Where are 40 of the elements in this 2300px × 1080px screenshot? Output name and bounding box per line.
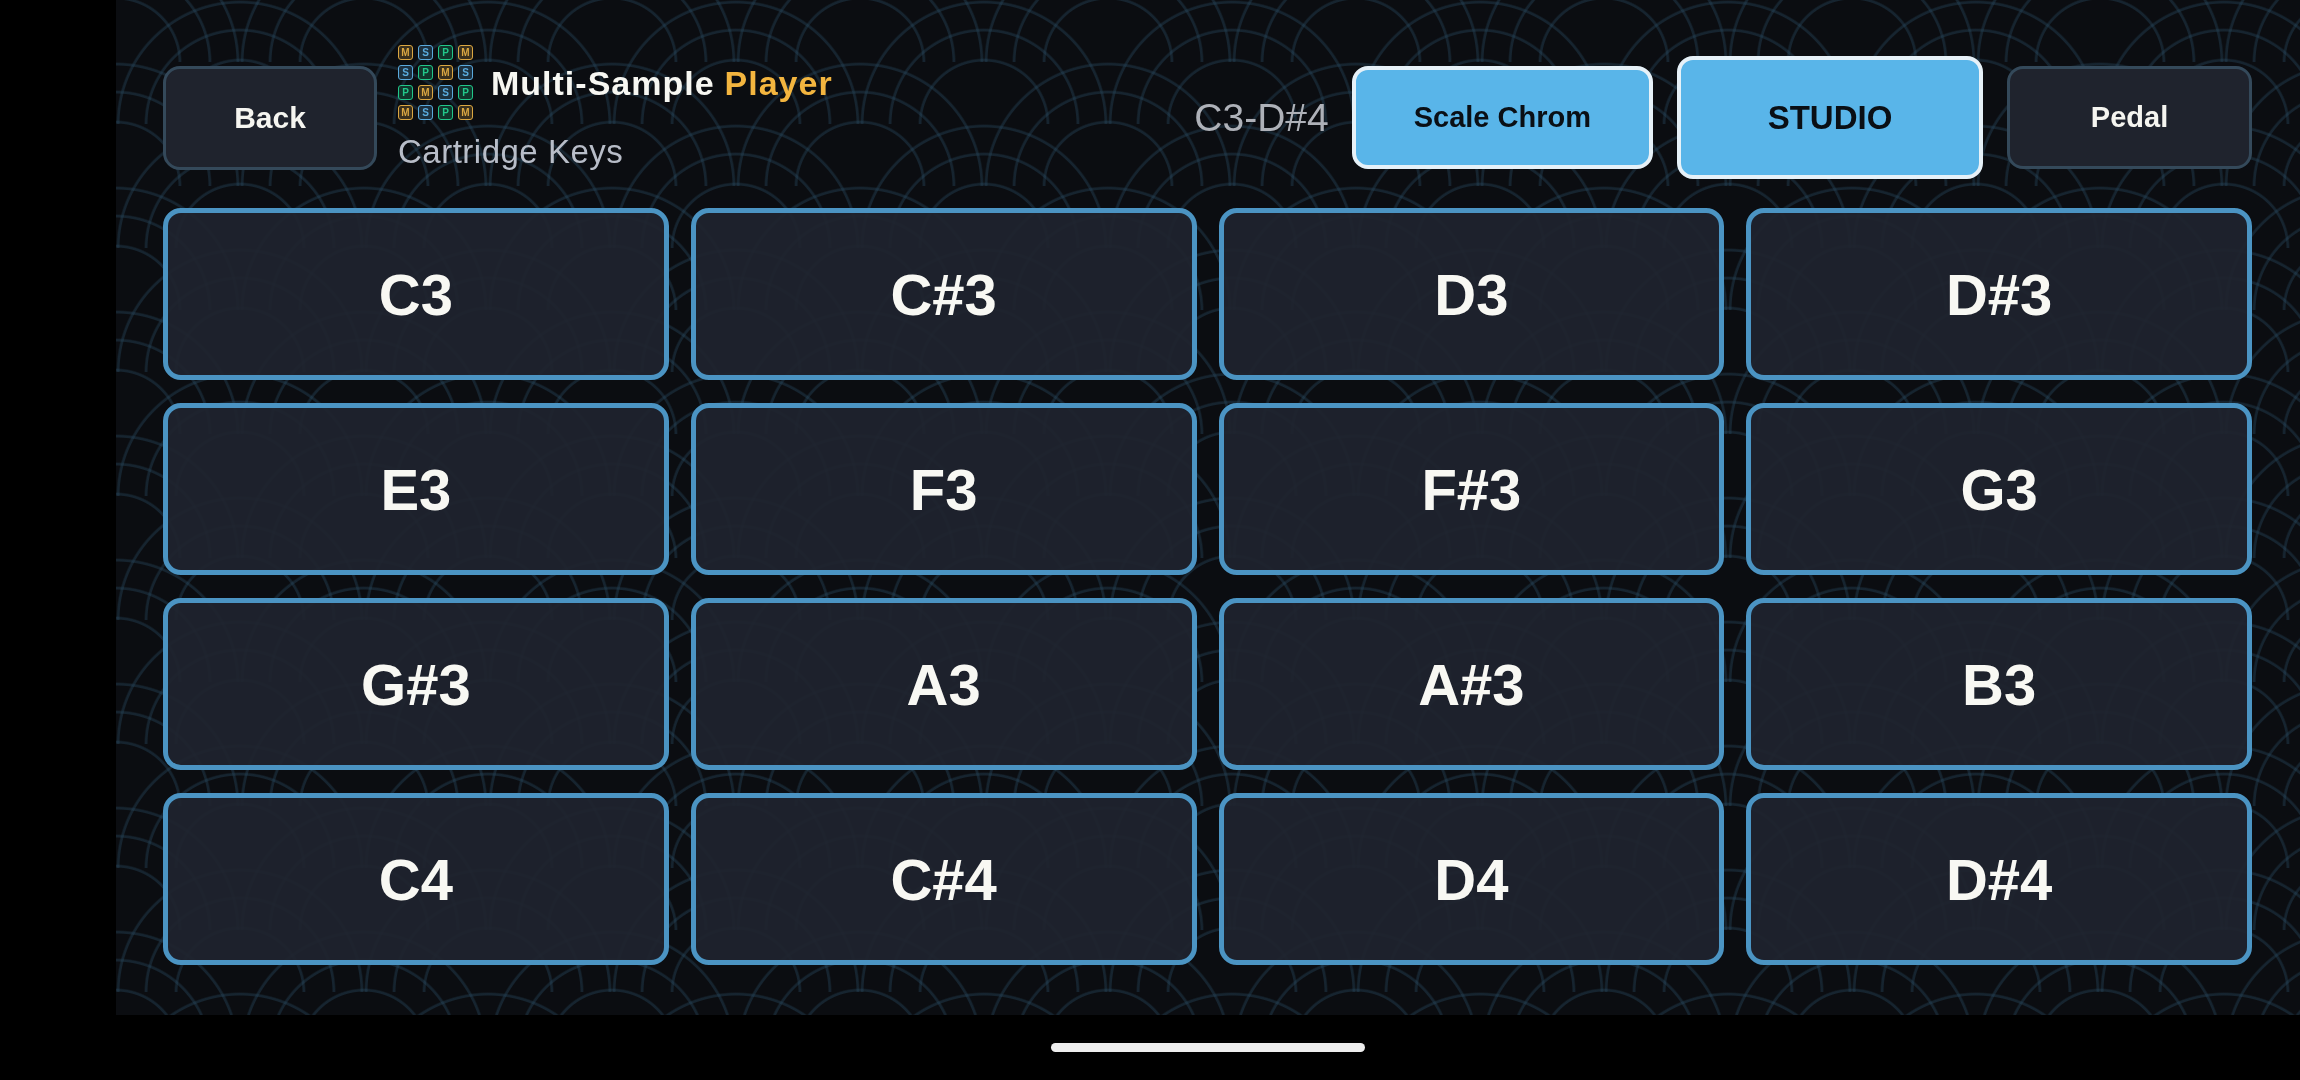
note-pad[interactable]: D4 (1218, 793, 1725, 965)
logo-tile: M (458, 45, 473, 60)
note-pad[interactable]: D3 (1218, 208, 1725, 380)
logo-tile: S (458, 65, 473, 80)
note-pad[interactable]: C3 (163, 208, 669, 380)
note-pad[interactable]: E3 (163, 403, 669, 575)
note-range-label: C3-D#4 (1194, 95, 1329, 140)
note-pad[interactable]: A3 (690, 598, 1197, 770)
note-pad[interactable]: G#3 (163, 598, 669, 770)
logo-tile: S (418, 105, 433, 120)
logo-tile: M (398, 45, 413, 60)
note-pad[interactable]: D#4 (1746, 793, 2252, 965)
toggle-button[interactable]: Scale Chrom (1351, 66, 1653, 169)
logo-tile: S (398, 65, 413, 80)
logo-tile: P (438, 45, 453, 60)
logo-tile: P (418, 65, 433, 80)
toggle-button[interactable]: Pedal (2007, 66, 2252, 169)
logo-tile: M (438, 65, 453, 80)
app-title-accent: Player (724, 62, 833, 103)
note-pad[interactable]: C#4 (690, 793, 1197, 965)
app-subtitle: Cartridge Keys (398, 133, 624, 170)
back-button[interactable]: Back (163, 65, 377, 170)
note-pad[interactable]: D#3 (1746, 208, 2252, 380)
logo-tile: M (398, 105, 413, 120)
logo-tile: M (458, 105, 473, 120)
note-pad[interactable]: G3 (1746, 403, 2252, 575)
note-pad[interactable]: F#3 (1218, 403, 1725, 575)
logo-tile: P (438, 105, 453, 120)
logo-tile: M (418, 85, 433, 100)
logo-tile: P (458, 85, 473, 100)
note-pad[interactable]: C4 (163, 793, 669, 965)
logo-tile: S (438, 85, 453, 100)
note-pad[interactable]: C#3 (690, 208, 1197, 380)
note-pad[interactable]: F3 (690, 403, 1197, 575)
note-pad[interactable]: A#3 (1218, 598, 1725, 770)
note-pad[interactable]: B3 (1746, 598, 2252, 770)
logo-tile: P (398, 85, 413, 100)
app-title: Multi-Sample (491, 62, 715, 103)
mode-button[interactable]: STUDIO (1677, 56, 1983, 179)
logo-tile: S (418, 45, 433, 60)
